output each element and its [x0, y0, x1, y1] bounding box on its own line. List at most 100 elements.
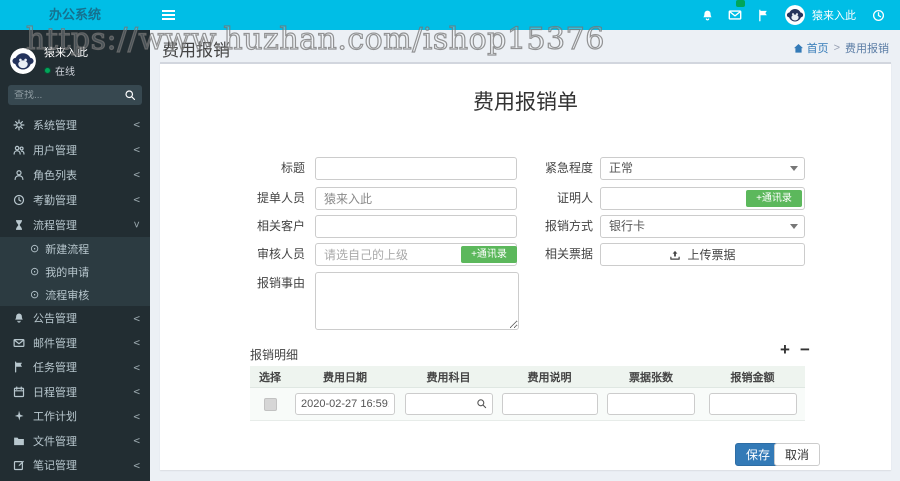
- title-input[interactable]: [315, 157, 517, 180]
- sidebar-item-files[interactable]: 文件管理 <: [0, 429, 150, 454]
- breadcrumb-current: 费用报销: [845, 43, 889, 55]
- sidebar-user-panel: 猿来入此 在线: [10, 44, 145, 78]
- breadcrumb-home-link[interactable]: 首页: [807, 40, 829, 56]
- add-row-icon[interactable]: +: [778, 340, 792, 360]
- sidebar-item-label: 工作计划: [33, 411, 77, 424]
- sidebar-subitem-label: 新建流程: [45, 243, 90, 256]
- breadcrumb: 首页 > 费用报销: [793, 40, 889, 56]
- method-value: 银行卡: [609, 219, 646, 233]
- plane-icon: [12, 410, 26, 422]
- flag-icon[interactable]: [749, 0, 777, 30]
- bell-icon[interactable]: [693, 0, 721, 30]
- expense-desc-input[interactable]: [501, 393, 598, 415]
- sidebar-subitem-label: 我的申请: [45, 266, 90, 279]
- users-icon: [12, 144, 26, 156]
- customer-input[interactable]: [315, 215, 517, 238]
- hamburger-icon[interactable]: [150, 0, 186, 30]
- row-checkbox[interactable]: [263, 397, 277, 411]
- sidebar-item-schedule[interactable]: 日程管理 <: [0, 380, 150, 405]
- submitter-input[interactable]: [315, 187, 517, 210]
- sidebar-item-roles[interactable]: 角色列表 <: [0, 162, 150, 187]
- home-icon: [793, 43, 804, 54]
- amount-input[interactable]: [708, 393, 797, 415]
- search-icon[interactable]: [476, 398, 487, 409]
- envelope-icon: [12, 337, 26, 349]
- sidebar-item-label: 考勤管理: [33, 194, 77, 207]
- sidebar-item-label: 日程管理: [33, 386, 77, 399]
- reviewer-contacts-button[interactable]: +通讯录: [461, 246, 517, 263]
- page-title: 费用报销: [162, 41, 230, 60]
- sidebar-item-mail[interactable]: 邮件管理 <: [0, 331, 150, 356]
- reviewer-label: 审核人员: [256, 247, 305, 261]
- receipt-count-input[interactable]: [607, 393, 695, 415]
- sidebar-item-label: 系统管理: [33, 119, 77, 132]
- clock-icon[interactable]: [864, 0, 892, 30]
- sidebar-item-notes[interactable]: 笔记管理 <: [0, 453, 150, 478]
- avatar: [785, 5, 805, 25]
- witness-contacts-button[interactable]: +通讯录: [746, 190, 802, 207]
- sidebar-item-system[interactable]: 系统管理 <: [0, 112, 150, 137]
- urgency-value: 正常: [609, 161, 634, 175]
- form-title: 费用报销单: [473, 91, 578, 114]
- edit-icon: [12, 459, 26, 471]
- title-label: 标题: [280, 161, 305, 175]
- sidebar-item-users[interactable]: 用户管理 <: [0, 137, 150, 162]
- online-status-icon: [44, 67, 51, 74]
- sidebar-item-label: 角色列表: [33, 169, 77, 182]
- upload-icon: [669, 249, 681, 261]
- circle-dot-icon: ⊙: [30, 289, 40, 301]
- circle-dot-icon: ⊙: [30, 243, 40, 255]
- sidebar-item-work-plan[interactable]: 工作计划 <: [0, 404, 150, 429]
- app-title[interactable]: 办公系统: [0, 0, 150, 30]
- chevron-left-icon: <: [133, 143, 140, 156]
- sidebar-item-label: 文件管理: [33, 435, 77, 448]
- caret-down-icon: [790, 224, 798, 229]
- search-input[interactable]: [14, 89, 124, 101]
- remove-row-icon[interactable]: −: [798, 340, 812, 360]
- folder-icon: [12, 435, 26, 447]
- table-row: [250, 388, 805, 421]
- chevron-left-icon: <: [133, 458, 140, 472]
- column-header: 费用日期: [323, 371, 367, 384]
- envelope-icon[interactable]: [721, 0, 749, 30]
- gear-icon: [12, 119, 26, 131]
- flag-icon: [12, 361, 26, 373]
- sidebar-user-name: 猿来入此: [44, 47, 88, 59]
- urgency-select[interactable]: 正常: [600, 157, 805, 180]
- upload-label: 上传票据: [687, 248, 736, 262]
- sidebar-item-attendance[interactable]: 考勤管理 <: [0, 187, 150, 212]
- sidebar-item-announcement[interactable]: 公告管理 <: [0, 306, 150, 331]
- details-table: 选择 费用日期 费用科目 费用说明 票据张数 报销金额: [250, 366, 805, 421]
- chevron-left-icon: <: [133, 118, 140, 131]
- sidebar-item-tasks[interactable]: 任务管理 <: [0, 355, 150, 380]
- sidebar-subitem-my-apply[interactable]: ⊙ 我的申请: [0, 260, 150, 283]
- upload-receipts-button[interactable]: 上传票据: [600, 243, 805, 266]
- details-label: 报销明细: [250, 348, 299, 362]
- breadcrumb-separator: >: [833, 42, 840, 54]
- search-icon[interactable]: [124, 89, 136, 101]
- sidebar-item-workflow[interactable]: 流程管理 <: [0, 212, 150, 237]
- sidebar-subitem-flow-audit[interactable]: ⊙ 流程审核: [0, 283, 150, 306]
- avatar[interactable]: [10, 48, 36, 74]
- chevron-left-icon: <: [133, 360, 140, 374]
- caret-down-icon: [790, 166, 798, 171]
- column-header: 选择: [259, 371, 281, 384]
- topbar-user-menu[interactable]: 猿来入此: [777, 5, 864, 25]
- sidebar-subitem-label: 流程审核: [45, 289, 90, 302]
- sidebar-item-label: 任务管理: [33, 362, 77, 375]
- expense-date-input[interactable]: [295, 393, 395, 415]
- receipts-label: 相关票据: [544, 247, 593, 261]
- sidebar-item-label: 公告管理: [33, 313, 77, 326]
- clock-icon: [12, 194, 26, 206]
- cancel-button[interactable]: 取消: [774, 443, 821, 466]
- customer-label: 相关客户: [256, 219, 305, 233]
- column-header: 费用说明: [527, 371, 572, 384]
- mail-badge: [736, 0, 745, 7]
- method-select[interactable]: 银行卡: [600, 215, 805, 238]
- reason-textarea[interactable]: [315, 272, 519, 330]
- column-header: 票据张数: [629, 371, 673, 384]
- sidebar: 办公系统 猿来入此 在线 系统管理 < 用户管理 < 角色列表 <: [0, 0, 150, 481]
- sidebar-subitem-new-flow[interactable]: ⊙ 新建流程: [0, 237, 150, 260]
- calendar-icon: [12, 386, 26, 398]
- sidebar-menu: 系统管理 < 用户管理 < 角色列表 < 考勤管理 < 流程管理 < ⊙ 新建流程…: [0, 112, 150, 478]
